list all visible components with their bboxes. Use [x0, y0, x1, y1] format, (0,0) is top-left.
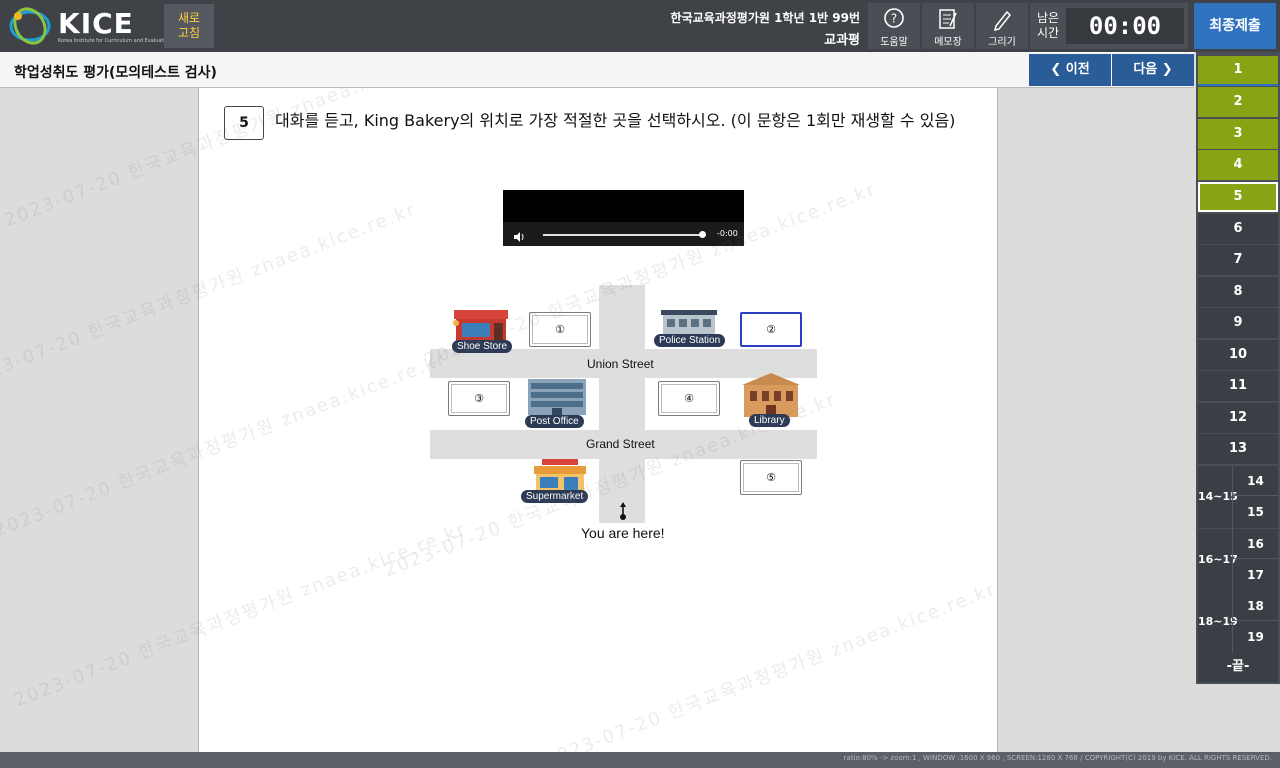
- help-button[interactable]: ? 도움말: [868, 3, 920, 49]
- question-nav-2[interactable]: 2: [1198, 87, 1278, 117]
- volume-icon[interactable]: [513, 227, 525, 246]
- help-label: 도움말: [880, 37, 908, 48]
- question-nav-11[interactable]: 11: [1198, 371, 1278, 401]
- prev-label: 이전: [1065, 62, 1090, 77]
- question-text: 대화를 듣고, King Bakery의 위치로 가장 적절한 곳을 선택하시오…: [275, 111, 956, 130]
- grand-street-label: Grand Street: [586, 437, 655, 451]
- post-office-label: Post Office: [525, 415, 584, 428]
- brand-subtitle: Korea Institute for Curriculum and Evalu…: [58, 38, 171, 44]
- refresh-label-2: 고침: [177, 26, 201, 40]
- shoe-store-label: Shoe Store: [452, 340, 513, 353]
- question-nav-17[interactable]: 17: [1232, 560, 1278, 590]
- draw-button[interactable]: 그리기: [976, 3, 1028, 49]
- candidate-subject: 교과평: [824, 33, 860, 48]
- question-nav-10[interactable]: 10: [1198, 340, 1278, 370]
- timer-label: 남은 시간: [1037, 11, 1059, 41]
- vertical-road: [599, 285, 645, 523]
- question-nav-14[interactable]: 14: [1232, 466, 1278, 496]
- question-group-16-17: 16~17 16 17: [1198, 529, 1278, 591]
- choice-1[interactable]: ①: [529, 312, 591, 347]
- question-area: 5 대화를 듣고, King Bakery의 위치로 가장 적절한 곳을 선택하…: [198, 88, 998, 752]
- pencil-icon: [976, 3, 1028, 33]
- final-submit-button[interactable]: 최종제출: [1194, 3, 1276, 49]
- footer-info: ratio:80% -> zoom:1 , WINDOW :1600 X 960…: [843, 754, 1272, 762]
- refresh-button[interactable]: 새로 고침: [164, 4, 214, 48]
- draw-label: 그리기: [988, 37, 1016, 48]
- choice-3[interactable]: ③: [448, 381, 510, 416]
- question-circle-icon: ?: [868, 3, 920, 33]
- you-are-here-label: You are here!: [581, 525, 665, 541]
- footer-bar: ratio:80% -> zoom:1 , WINDOW :1600 X 960…: [0, 752, 1280, 768]
- audio-player[interactable]: -0:00: [503, 190, 744, 246]
- title-bar: 학업성취도 평가(모의테스트 검사) ❮ 이전 다음 ❯: [0, 52, 1194, 88]
- audio-time: -0:00: [717, 229, 738, 238]
- timer-value: 00:00: [1066, 8, 1184, 44]
- up-arrow-icon: [620, 502, 626, 520]
- kice-swirl-icon: [9, 7, 51, 45]
- supermarket-label: Supermarket: [521, 490, 589, 503]
- question-nav-7[interactable]: 7: [1198, 245, 1278, 275]
- group-label: 14~15: [1198, 490, 1238, 503]
- candidate-info: 한국교육과정평가원 1학년 1반 99번 교과평: [671, 9, 860, 48]
- next-button[interactable]: 다음 ❯: [1112, 54, 1194, 86]
- notepad-icon: [922, 3, 974, 33]
- question-nav-13[interactable]: 13: [1198, 434, 1278, 464]
- question-group-18-19: 18~19 18 19: [1198, 591, 1278, 653]
- kice-logo: KICE Korea Institute for Curriculum and …: [8, 5, 171, 47]
- svg-text:?: ?: [891, 12, 897, 26]
- refresh-label-1: 새로: [177, 11, 201, 25]
- question-navigator: 1 2 3 4 5 6 7 8 9 10 11 12 13 14~15 14 1…: [1196, 52, 1280, 684]
- question-nav-16[interactable]: 16: [1232, 529, 1278, 559]
- question-nav-19[interactable]: 19: [1232, 622, 1278, 652]
- library-label: Library: [749, 414, 790, 427]
- chevron-right-icon: ❯: [1161, 62, 1173, 77]
- timer-label-2: 시간: [1037, 26, 1060, 40]
- question-number: 5: [224, 106, 264, 140]
- remaining-time: 남은 시간 00:00: [1030, 3, 1188, 49]
- question-nav-6[interactable]: 6: [1198, 214, 1278, 244]
- question-nav-18[interactable]: 18: [1232, 591, 1278, 621]
- brand-name: KICE: [58, 7, 134, 40]
- page-title: 학업성취도 평가(모의테스트 검사): [14, 65, 217, 81]
- question-nav-15[interactable]: 15: [1232, 497, 1278, 527]
- library-icon: [742, 373, 800, 417]
- chevron-left-icon: ❮: [1050, 62, 1062, 77]
- group-label: 18~19: [1198, 615, 1238, 628]
- choice-5[interactable]: ⑤: [740, 460, 802, 495]
- question-nav-9[interactable]: 9: [1198, 308, 1278, 338]
- question-nav-5[interactable]: 5: [1198, 182, 1278, 212]
- timer-label-1: 남은: [1037, 11, 1060, 25]
- police-station-label: Police Station: [654, 334, 726, 347]
- question-nav-end[interactable]: -끝-: [1198, 652, 1278, 682]
- audio-progress-thumb[interactable]: [699, 231, 706, 238]
- post-office-icon: [528, 379, 586, 415]
- memo-label: 메모장: [934, 37, 962, 48]
- question-nav-4[interactable]: 4: [1198, 150, 1278, 180]
- union-street-label: Union Street: [587, 357, 654, 371]
- question-nav-8[interactable]: 8: [1198, 277, 1278, 307]
- question-nav-3[interactable]: 3: [1198, 119, 1278, 149]
- top-header: KICE Korea Institute for Curriculum and …: [0, 0, 1280, 52]
- next-label: 다음: [1133, 62, 1158, 77]
- audio-progress-track[interactable]: [543, 234, 703, 236]
- supermarket-icon: [534, 459, 586, 493]
- group-label: 16~17: [1198, 553, 1238, 566]
- question-nav-1[interactable]: 1: [1198, 56, 1278, 86]
- question-nav-12[interactable]: 12: [1198, 403, 1278, 433]
- choice-4[interactable]: ④: [658, 381, 720, 416]
- choice-2[interactable]: ②: [740, 312, 802, 347]
- question-group-14-15: 14~15 14 15: [1198, 466, 1278, 528]
- memo-button[interactable]: 메모장: [922, 3, 974, 49]
- prev-button[interactable]: ❮ 이전: [1029, 54, 1111, 86]
- candidate-name: 한국교육과정평가원 1학년 1반 99번: [670, 11, 860, 25]
